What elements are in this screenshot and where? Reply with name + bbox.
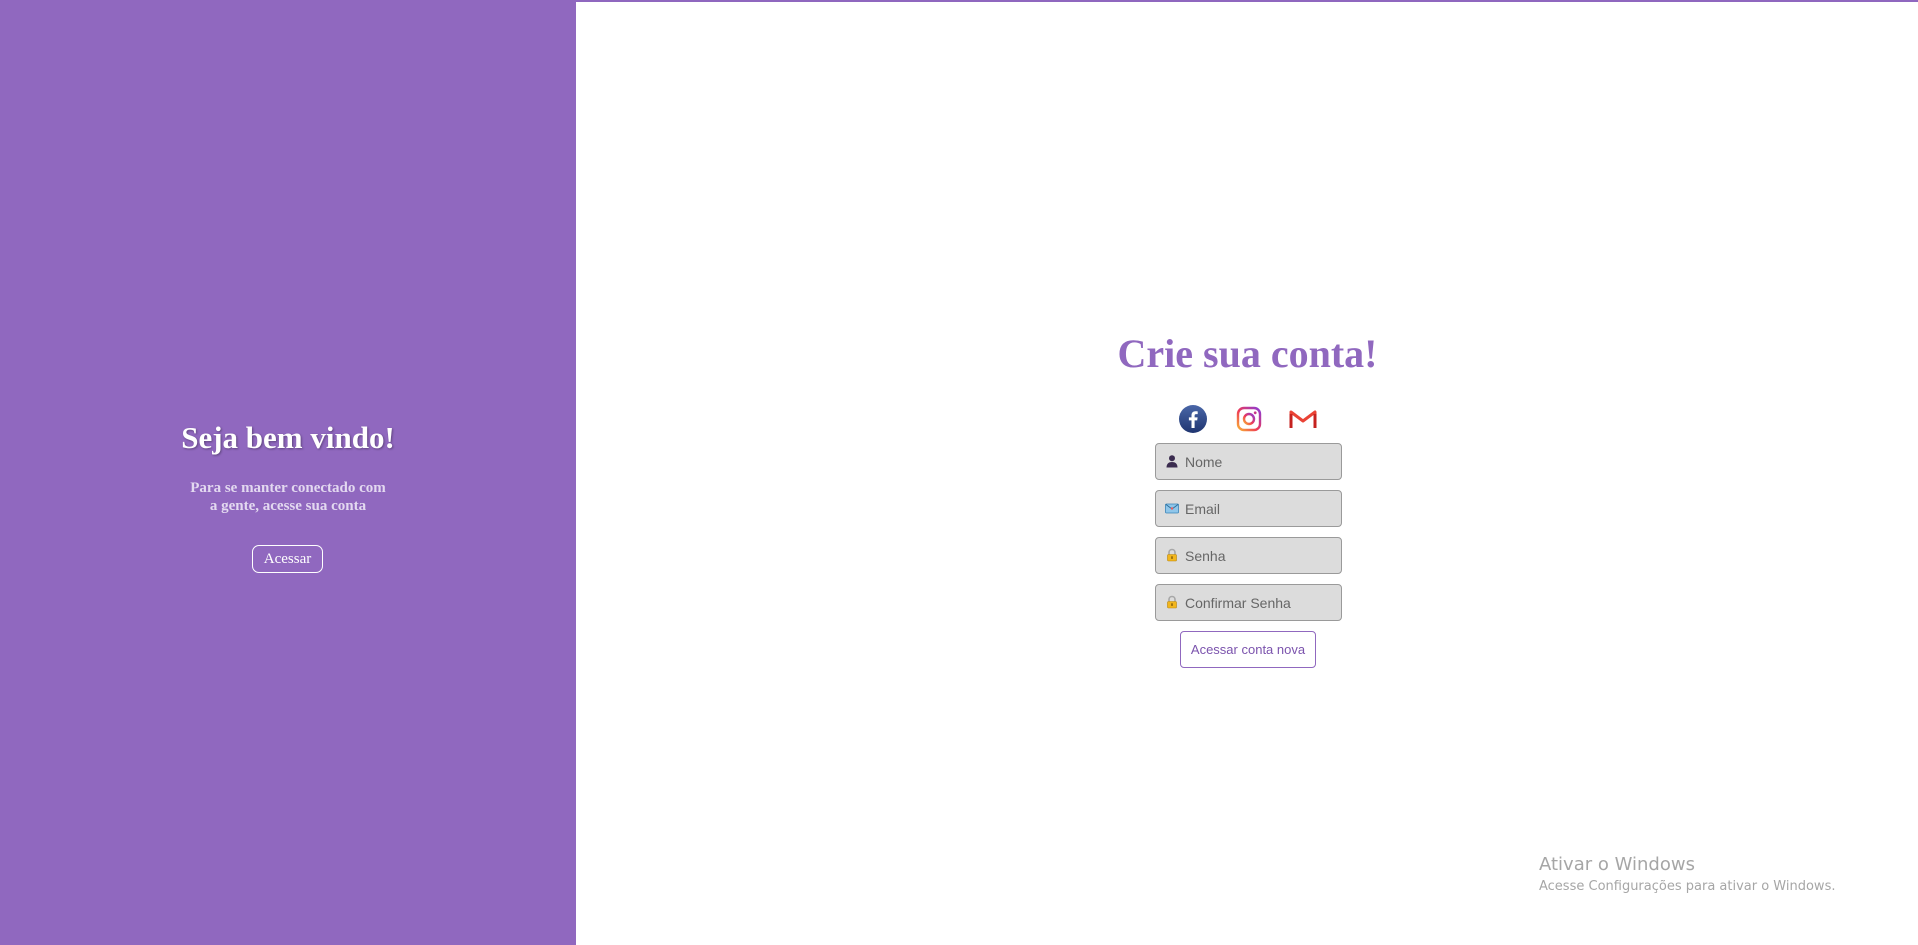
password-input[interactable] bbox=[1185, 538, 1335, 573]
welcome-text-line-2: a gente, acesse sua conta bbox=[209, 498, 367, 514]
lock-icon bbox=[1165, 548, 1179, 562]
access-button[interactable]: Acessar bbox=[252, 545, 323, 573]
email-field[interactable] bbox=[1155, 490, 1342, 527]
name-field[interactable] bbox=[1155, 443, 1342, 480]
confirm-password-input[interactable] bbox=[1185, 585, 1335, 620]
welcome-text: Para se manter conectado com a gente, ac… bbox=[0, 479, 576, 515]
gmail-icon[interactable] bbox=[1288, 404, 1318, 434]
email-input[interactable] bbox=[1185, 491, 1335, 526]
facebook-icon[interactable] bbox=[1178, 404, 1208, 434]
confirm-password-field[interactable] bbox=[1155, 584, 1342, 621]
windows-activation-watermark: Ativar o Windows Acesse Configurações pa… bbox=[1539, 853, 1835, 897]
social-login-row bbox=[1178, 404, 1322, 434]
watermark-title: Ativar o Windows bbox=[1539, 854, 1695, 875]
welcome-title: Seja bem vindo! bbox=[181, 420, 395, 455]
email-icon bbox=[1165, 501, 1179, 515]
name-input[interactable] bbox=[1185, 444, 1335, 479]
password-field[interactable] bbox=[1155, 537, 1342, 574]
lock-icon bbox=[1165, 595, 1179, 609]
welcome-text-line-1: Para se manter conectado com bbox=[190, 480, 386, 496]
watermark-subtitle: Acesse Configurações para ativar o Windo… bbox=[1539, 879, 1836, 894]
signup-title: Crie sua conta! bbox=[1117, 331, 1378, 376]
welcome-panel: Seja bem vindo! Para se manter conectado… bbox=[0, 0, 576, 945]
user-icon bbox=[1165, 454, 1179, 468]
create-account-button[interactable]: Acessar conta nova bbox=[1180, 631, 1316, 668]
instagram-icon[interactable] bbox=[1234, 404, 1264, 434]
